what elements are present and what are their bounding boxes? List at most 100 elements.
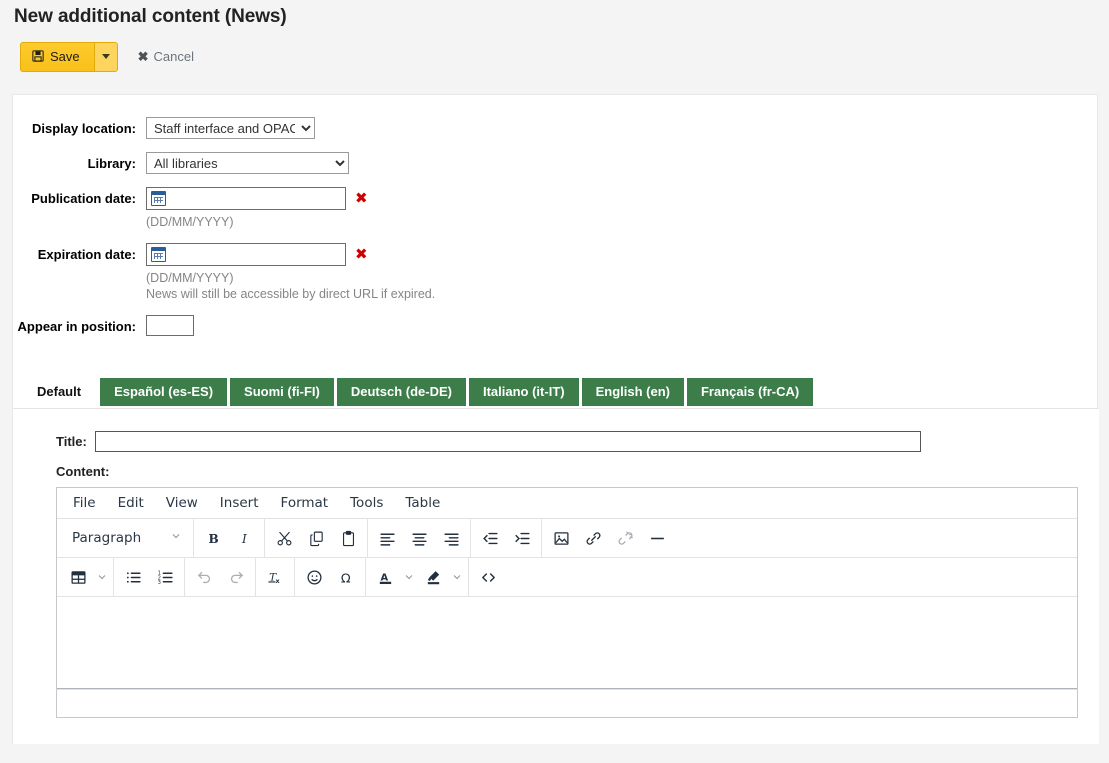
- editor-menubar: File Edit View Insert Format Tools Table: [57, 488, 1077, 519]
- menu-edit[interactable]: Edit: [107, 491, 155, 515]
- svg-text:B: B: [208, 531, 218, 545]
- toolbar-group-align: [368, 518, 471, 558]
- tab-label: English (en): [595, 384, 670, 399]
- menu-view[interactable]: View: [155, 491, 209, 515]
- default-tab-panel: Title: Content: File Edit View Insert Fo…: [13, 408, 1099, 744]
- action-toolbar: Save ✖ Cancel: [0, 28, 1109, 76]
- background-color-dropdown-icon[interactable]: [449, 562, 465, 592]
- numbered-list-icon[interactable]: 1 2 3: [149, 562, 181, 592]
- svg-text:3: 3: [157, 579, 160, 585]
- insert-image-icon[interactable]: [545, 523, 577, 553]
- paste-icon[interactable]: [332, 523, 364, 553]
- cut-icon[interactable]: [268, 523, 300, 553]
- insert-table-icon[interactable]: [62, 562, 94, 592]
- source-code-icon[interactable]: [472, 562, 504, 592]
- text-color-dropdown-icon[interactable]: [401, 562, 417, 592]
- title-input[interactable]: [94, 431, 921, 452]
- redo-icon: [220, 562, 252, 592]
- insert-link-icon[interactable]: [577, 523, 609, 553]
- block-format-select[interactable]: Paragraph: [62, 523, 190, 553]
- toolbar-group-history: [185, 557, 256, 597]
- undo-icon: [188, 562, 220, 592]
- expiration-date-note: News will still be accessible by direct …: [146, 287, 436, 301]
- tab-label: Français (fr-CA): [700, 384, 800, 399]
- table-dropdown-icon[interactable]: [94, 562, 110, 592]
- horizontal-rule-icon[interactable]: [641, 523, 673, 553]
- content-card: Display location: Staff interface and OP…: [12, 94, 1099, 744]
- toolbar-group-format: Paragraph: [59, 518, 194, 558]
- language-tabs: Default Español (es-ES) Suomi (fi-FI) De…: [13, 378, 1099, 406]
- tinymce-editor: File Edit View Insert Format Tools Table…: [56, 487, 1078, 718]
- svg-text:I: I: [240, 531, 246, 545]
- field-title: Title:: [56, 431, 1099, 452]
- title-label: Title:: [56, 434, 87, 449]
- display-location-select[interactable]: Staff interface and OPAC: [146, 117, 315, 139]
- appear-in-position-label: Appear in position:: [17, 319, 136, 334]
- clear-formatting-icon[interactable]: T x: [259, 562, 291, 592]
- menu-format[interactable]: Format: [270, 491, 340, 515]
- menu-table[interactable]: Table: [394, 491, 451, 515]
- italic-icon[interactable]: I: [229, 523, 261, 553]
- bold-icon[interactable]: B: [197, 523, 229, 553]
- times-icon: ✖: [137, 48, 149, 64]
- tab-es-es[interactable]: Español (es-ES): [100, 378, 228, 406]
- indent-icon[interactable]: [506, 523, 538, 553]
- outdent-icon[interactable]: [474, 523, 506, 553]
- toolbar-group-insert: [542, 519, 676, 558]
- expiration-date-wrap: [146, 243, 346, 266]
- svg-text:Ω: Ω: [340, 571, 350, 586]
- page-title: New additional content (News): [14, 6, 287, 27]
- tab-label: Suomi (fi-FI): [244, 384, 320, 399]
- background-color-icon[interactable]: [417, 562, 449, 592]
- expiration-date-label: Expiration date:: [37, 247, 136, 262]
- toolbar-group-lists: 1 2 3: [114, 557, 185, 597]
- align-center-icon[interactable]: [403, 523, 435, 553]
- floppy-disk-icon: [32, 49, 44, 64]
- library-select[interactable]: All libraries: [146, 152, 349, 174]
- tab-label: Italiano (it-IT): [482, 384, 565, 399]
- appear-in-position-input[interactable]: [146, 315, 194, 336]
- publication-date-input[interactable]: [146, 187, 346, 210]
- tab-en[interactable]: English (en): [581, 378, 684, 406]
- menu-insert[interactable]: Insert: [209, 491, 270, 515]
- tab-de-de[interactable]: Deutsch (de-DE): [336, 378, 466, 406]
- svg-text:x: x: [275, 577, 279, 585]
- editor-content-area[interactable]: [57, 597, 1077, 689]
- save-button[interactable]: Save: [20, 41, 94, 72]
- align-left-icon[interactable]: [371, 523, 403, 553]
- caret-down-icon: [101, 54, 110, 59]
- library-label: Library:: [87, 156, 136, 171]
- editor-statusbar: [57, 689, 1077, 717]
- field-expiration-date: Expiration date: ✖ (DD/MM/YYYY) News wil…: [13, 243, 1097, 302]
- content-label: Content:: [56, 464, 110, 479]
- field-display-location: Display location: Staff interface and OP…: [13, 117, 1097, 139]
- save-button-label: Save: [50, 48, 80, 64]
- text-color-icon[interactable]: A: [369, 562, 401, 592]
- publication-date-hint: (DD/MM/YYYY): [146, 215, 234, 229]
- field-library: Library: All libraries: [13, 152, 1097, 174]
- editor-toolbar-row-1: Paragraph B I: [57, 518, 1077, 558]
- tab-fr-ca[interactable]: Français (fr-CA): [686, 378, 814, 406]
- save-button-group: Save: [20, 41, 118, 72]
- toolbar-group-source: [469, 558, 507, 597]
- publication-date-clear-icon[interactable]: ✖: [355, 191, 368, 206]
- tab-it-it[interactable]: Italiano (it-IT): [468, 378, 579, 406]
- bullet-list-icon[interactable]: [117, 562, 149, 592]
- save-dropdown-toggle[interactable]: [93, 41, 118, 72]
- tab-default[interactable]: Default: [25, 378, 97, 406]
- copy-icon[interactable]: [300, 523, 332, 553]
- field-publication-date: Publication date: ✖ (DD/MM/YYYY): [13, 187, 1097, 230]
- cancel-button[interactable]: ✖ Cancel: [134, 44, 198, 70]
- emoticon-icon[interactable]: [298, 562, 330, 592]
- tab-label: Deutsch (de-DE): [350, 384, 452, 399]
- field-appear-in-position: Appear in position:: [13, 315, 1097, 336]
- toolbar-group-table: [59, 557, 114, 597]
- menu-file[interactable]: File: [62, 491, 107, 515]
- tab-fi-fi[interactable]: Suomi (fi-FI): [230, 378, 334, 406]
- publication-date-label: Publication date:: [31, 191, 136, 206]
- menu-tools[interactable]: Tools: [339, 491, 394, 515]
- expiration-date-clear-icon[interactable]: ✖: [355, 247, 368, 262]
- align-right-icon[interactable]: [435, 523, 467, 553]
- expiration-date-input[interactable]: [146, 243, 346, 266]
- special-character-icon[interactable]: Ω: [330, 562, 362, 592]
